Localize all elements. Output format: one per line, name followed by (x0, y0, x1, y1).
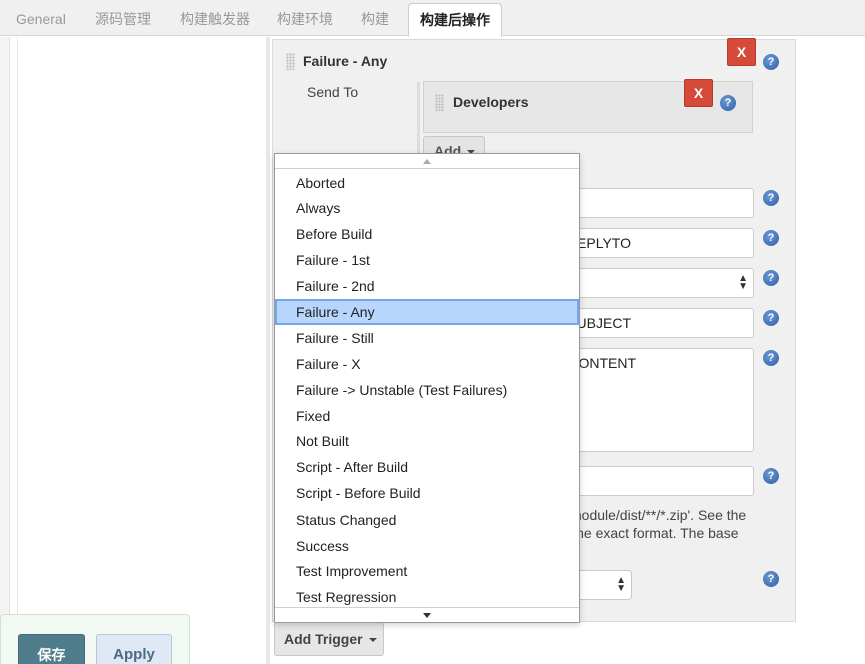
help-icon[interactable]: ? (763, 468, 779, 484)
dropdown-option[interactable]: Failure -> Unstable (Test Failures) (275, 377, 579, 403)
dropdown-option[interactable]: Status Changed (275, 507, 579, 533)
select-arrows-icon: ▲ ▼ (616, 575, 626, 594)
attachments-help-text: module/dist/**/*.zip'. See the for the e… (552, 506, 746, 542)
dropdown-option[interactable]: Script - Before Build (275, 480, 579, 506)
dropdown-option[interactable]: Failure - Still (275, 325, 579, 351)
scroll-up-arrow-icon (423, 159, 431, 164)
save-button[interactable]: 保存 (18, 634, 85, 664)
tab-general[interactable]: General (16, 0, 66, 36)
drag-handle-icon[interactable] (435, 94, 444, 111)
add-trigger-label: Add Trigger (284, 631, 363, 647)
left-gutter (0, 37, 10, 664)
dropdown-option[interactable]: Not Built (275, 428, 579, 454)
select-arrows-icon: ▲ ▼ (738, 273, 748, 292)
add-trigger-button[interactable]: Add Trigger (274, 622, 384, 656)
attach-log-select[interactable]: ▲ ▼ (578, 570, 632, 600)
tab-build-triggers[interactable]: 构建触发器 (180, 0, 250, 36)
dropdown-option[interactable]: Before Build (275, 221, 579, 247)
attachments-help-line: for the exact format. The base (552, 525, 739, 541)
reply-to-value: $DEFAULT_REPLYTO (578, 235, 631, 251)
remove-trigger-button[interactable]: X (727, 38, 756, 66)
scroll-down-button[interactable] (275, 607, 579, 622)
tab-bar: General 源码管理 构建触发器 构建环境 构建 构建后操作 (0, 0, 865, 37)
dropdown-option[interactable]: Failure - X (275, 351, 579, 377)
dropdown-option-selected[interactable]: Failure - Any (275, 299, 579, 325)
recipient-title: Developers (453, 94, 529, 110)
tab-build[interactable]: 构建 (361, 0, 389, 36)
trigger-type-dropdown[interactable]: Aborted Always Before Build Failure - 1s… (274, 153, 580, 623)
drag-handle-icon[interactable] (286, 53, 295, 70)
tab-source-management[interactable]: 源码管理 (95, 0, 151, 36)
dropdown-option[interactable]: Always (275, 195, 579, 221)
help-icon[interactable]: ? (763, 190, 779, 206)
dropdown-option[interactable]: Failure - 1st (275, 247, 579, 273)
help-icon[interactable]: ? (763, 571, 779, 587)
help-icon[interactable]: ? (763, 270, 779, 286)
help-icon[interactable]: ? (763, 310, 779, 326)
scroll-down-arrow-icon (423, 613, 431, 618)
reply-to-input[interactable]: $DEFAULT_REPLYTO (578, 228, 754, 258)
tab-build-environment[interactable]: 构建环境 (277, 0, 333, 36)
left-column (17, 37, 267, 664)
section-divider (266, 37, 270, 664)
help-icon[interactable]: ? (763, 350, 779, 366)
trigger-title: Failure - Any (303, 53, 388, 69)
tab-post-build-actions[interactable]: 构建后操作 (408, 3, 502, 37)
subject-value: $DEFAULT_SUBJECT (578, 315, 631, 331)
send-to-label: Send To (307, 84, 359, 100)
dropdown-option[interactable]: Success (275, 533, 579, 559)
content-textarea[interactable]: $DEFAULT_CONTENT (578, 348, 754, 452)
dropdown-option[interactable]: Failure - 2nd (275, 273, 579, 299)
content-value: $DEFAULT_CONTENT (578, 355, 636, 371)
attachments-input[interactable] (578, 466, 754, 496)
help-icon[interactable]: ? (763, 54, 779, 70)
scroll-up-button[interactable] (275, 154, 579, 169)
content-type-select[interactable]: ▲ ▼ (578, 268, 754, 298)
help-icon[interactable]: ? (763, 230, 779, 246)
apply-button[interactable]: Apply (96, 634, 172, 664)
recipient-list-input[interactable] (578, 188, 754, 218)
dropdown-option[interactable]: Test Improvement (275, 558, 579, 584)
attachments-help-line: module/dist/**/*.zip'. See the (570, 507, 747, 523)
dropdown-option[interactable]: Script - After Build (275, 454, 579, 480)
help-icon[interactable]: ? (720, 95, 736, 111)
dropdown-option[interactable]: Fixed (275, 403, 579, 429)
subject-input[interactable]: $DEFAULT_SUBJECT (578, 308, 754, 338)
remove-recipient-button[interactable]: X (684, 79, 713, 107)
dropdown-option[interactable]: Aborted (275, 170, 579, 196)
caret-down-icon (368, 638, 377, 643)
